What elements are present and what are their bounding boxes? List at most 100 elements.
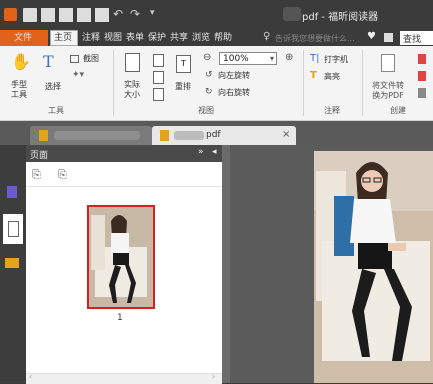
rotate-left-icon: ↺ [205,70,213,80]
page-number: 1 [117,313,123,323]
expand-icon[interactable]: » [198,147,204,157]
separator [113,50,114,116]
clipboard-icon[interactable] [95,8,109,22]
highlight-button[interactable]: T 高亮 [310,70,358,83]
bookmark-icon[interactable] [7,186,17,198]
zoom-out-icon[interactable]: ⊖ [203,52,211,63]
actual-size-button[interactable]: 实际 大小 [118,50,146,102]
select-dropdown-icon[interactable]: ✦▾ [72,70,84,80]
close-icon[interactable]: × [282,129,290,140]
group-view-label: 视图 [198,106,214,115]
window-title: pdf - 福昕阅读器 [302,12,379,23]
actual-size-label: 实际 大小 [124,80,140,99]
text-cursor-icon: T [43,52,54,71]
convert-to-pdf-button[interactable]: 将文件转 换为PDF [366,50,410,104]
heart-icon[interactable]: ♥ [367,31,376,42]
blank-pdf-icon[interactable] [418,54,426,64]
fit-visible-icon[interactable] [153,88,164,101]
convert-to-pdf-label: 将文件转 换为PDF [372,81,404,100]
redo-icon[interactable]: ↷ [130,7,140,21]
pdf-file-icon [39,130,48,141]
page-shrink-icon[interactable]: ⎘ [58,168,67,182]
tab-form[interactable]: 表单 [126,32,144,44]
page-icon [125,53,140,72]
document-tab-2[interactable]: pdf × [152,126,296,145]
scroll-left-icon[interactable]: ‹ [29,372,32,381]
title-bar: ↶ ↷ ▾ pdf - 福昕阅读器 [0,0,433,30]
typewriter-button[interactable]: T| 打字机 [310,53,358,66]
app-logo [4,8,17,21]
tab-share[interactable]: 共享 [170,32,188,44]
reflow-button[interactable]: T 重排 [170,50,196,102]
reflow-label: 重排 [175,82,191,91]
typewriter-label: 打字机 [324,55,348,64]
typewriter-icon: T| [310,53,320,64]
pdf-file-icon [160,130,169,141]
search-icon[interactable] [384,33,393,42]
tab-file-label: 文件 [14,33,33,43]
tab-title-suffix: pdf [206,130,221,140]
comments-icon[interactable] [5,258,19,268]
convert-pdf-icon [381,54,395,72]
customize-icon[interactable]: ▾ [150,8,155,18]
hand-icon: ✋ [11,52,31,71]
pages-icon[interactable] [3,214,23,244]
chevron-down-icon: ▾ [269,54,274,63]
separator [303,50,304,116]
rotate-right-button[interactable]: ↻ 向右旋转 [205,87,275,99]
tell-me-input[interactable]: 告诉我您想要做什么... [275,33,355,44]
from-scanner-icon[interactable] [418,88,426,98]
from-file-icon[interactable] [418,71,426,81]
print-icon[interactable] [59,8,73,22]
panel-header: 页面 » ◂ [26,145,222,162]
rotate-right-icon: ↻ [205,87,213,97]
select-label: 选择 [45,82,61,91]
reflow-icon: T [176,55,191,73]
lightbulb-icon: ♀ [263,31,271,42]
group-tools-label: 工具 [48,106,64,115]
horizontal-scrollbar[interactable]: ‹ › [26,372,222,384]
highlight-icon: T [310,70,317,81]
hand-tool-button[interactable]: ✋ 手型 工具 [6,50,32,102]
tab-title-blur [54,131,140,140]
snapshot-button[interactable]: 截图 [70,54,110,66]
tab-browse[interactable]: 浏览 [192,32,210,44]
page-magnify-icon[interactable]: ⎘ [32,168,41,182]
tab-view[interactable]: 视图 [104,32,122,44]
group-create-label: 创建 [390,106,406,115]
save-icon[interactable] [41,8,55,22]
rotate-left-button[interactable]: ↺ 向左旋转 [205,70,275,82]
tab-protect[interactable]: 保护 [148,32,166,44]
rotate-right-label: 向右旋转 [218,88,250,97]
zoom-select[interactable]: 100% ▾ [219,52,277,65]
page-thumbnail[interactable] [87,205,155,309]
group-comment-label: 注释 [324,106,340,115]
tab-title-blur [174,131,204,140]
select-button[interactable]: T 选择 [40,50,66,102]
document-page[interactable] [314,151,433,383]
email-icon[interactable] [77,8,91,22]
zoom-value: 100% [223,54,249,64]
page-photo [314,151,433,383]
fit-page-icon[interactable] [153,54,164,67]
tab-home-label: 主页 [54,33,73,43]
scroll-right-icon[interactable]: › [212,372,215,381]
collapse-icon[interactable]: ◂ [212,147,217,157]
hand-tool-label: 手型 工具 [11,80,27,99]
panel-splitter[interactable] [222,145,230,383]
undo-icon[interactable]: ↶ [113,7,123,21]
panel-scroll-divider [26,186,222,187]
zoom-in-icon[interactable]: ⊕ [285,52,293,63]
pages-icon-shape [8,221,19,237]
tab-help[interactable]: 帮助 [214,32,232,44]
find-label: 查找 [403,35,422,45]
tab-comment[interactable]: 注释 [82,32,100,44]
panel-title: 页面 [30,151,49,161]
highlight-label: 高亮 [324,72,340,81]
separator [362,50,363,116]
open-icon[interactable] [23,8,37,22]
document-tab-1[interactable] [30,126,152,145]
rotate-left-label: 向左旋转 [218,71,250,80]
fit-width-icon[interactable] [153,71,164,84]
title-blur [283,7,301,21]
